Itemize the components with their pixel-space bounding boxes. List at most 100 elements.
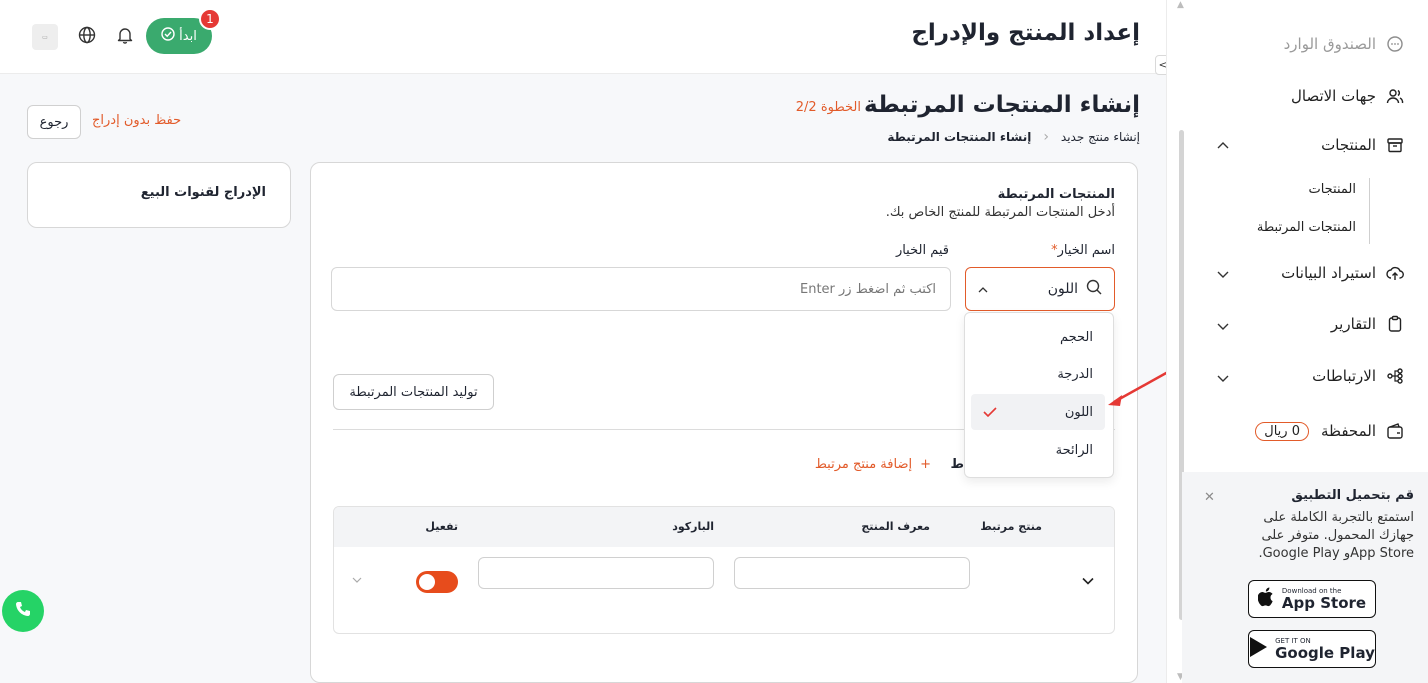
back-button[interactable]: رجوع — [27, 105, 81, 139]
option-name-select[interactable]: اللون — [965, 267, 1115, 311]
app-store-text: Download on the App Store — [1282, 587, 1366, 612]
sidebar-item-label: الارتباطات — [1312, 367, 1376, 385]
add-linked-product-link[interactable]: + إضافة منتج مرتبط — [815, 457, 931, 472]
dropdown-option-scent[interactable]: الرائحة — [971, 432, 1105, 468]
submenu-line — [1369, 178, 1370, 244]
download-app-desc: استمتع بالتجربة الكاملة على جهازك المحمو… — [1258, 510, 1414, 561]
whatsapp-button[interactable] — [2, 590, 44, 632]
option-name-label: اسم الخيار* — [1051, 243, 1115, 258]
apple-icon — [1257, 587, 1276, 611]
dropdown-option-shade[interactable]: الدرجة — [971, 356, 1105, 392]
section-description: أدخل المنتجات المرتبطة للمنتج الخاص بك. — [885, 205, 1115, 220]
chevron-down-icon[interactable] — [1082, 573, 1094, 589]
dropdown-option-label: الحجم — [1059, 329, 1093, 345]
search-icon — [1086, 279, 1102, 299]
sidebar-item-label: التقارير — [1330, 315, 1376, 333]
sidebar-item-label: المنتجات — [1321, 136, 1376, 154]
linked-products-table: منتج مرتبط معرف المنتج الباركود تفعيل — [333, 506, 1115, 634]
org-logo[interactable]: ▭ — [32, 24, 58, 50]
chevron-down-icon[interactable] — [1217, 268, 1229, 282]
option-name-dropdown: الحجم الدرجة اللون الرائحة — [964, 312, 1114, 478]
contacts-icon — [1384, 85, 1406, 107]
download-app-card: قم بتحميل التطبيق استمتع بالتجربة الكامل… — [1182, 472, 1428, 683]
step-indicator: الخطوة 2/2 — [795, 100, 861, 115]
partially-hidden-label: ط — [950, 457, 964, 472]
start-label: ابدأ — [179, 28, 197, 44]
sidebar-item-contacts[interactable]: جهات الاتصال — [1291, 85, 1406, 107]
selected-option-value: اللون — [1047, 281, 1078, 297]
option-values-placeholder: اكتب ثم اضغط زر Enter — [799, 281, 936, 297]
col-header-linked-product: منتج مرتبط — [980, 520, 1042, 533]
check-circle-icon — [161, 27, 175, 45]
sidebar-item-wallet[interactable]: المحفظة 0 ريال — [1255, 420, 1406, 442]
chevron-up-icon[interactable] — [1217, 138, 1229, 152]
wallet-icon — [1384, 420, 1406, 442]
table-header: منتج مرتبط معرف المنتج الباركود تفعيل — [334, 507, 1114, 547]
integrations-icon — [1384, 365, 1406, 387]
chevron-down-icon[interactable] — [1217, 372, 1229, 386]
generate-linked-products-button[interactable]: توليد المنتجات المرتبطة — [333, 374, 494, 410]
col-header-product-id: معرف المنتج — [861, 520, 930, 533]
save-without-listing-link[interactable]: حفظ بدون إدراج — [92, 113, 181, 128]
chevron-up-icon — [978, 282, 988, 296]
check-icon — [983, 403, 997, 421]
dropdown-option-label: اللون — [1064, 404, 1093, 420]
breadcrumb-item[interactable]: إنشاء منتج جديد — [1061, 130, 1140, 144]
sidebar-item-products[interactable]: المنتجات — [1321, 134, 1406, 156]
google-play-big: Google Play — [1275, 643, 1375, 662]
table-row — [334, 547, 1114, 617]
barcode-input[interactable] — [478, 557, 714, 589]
breadcrumb-current: إنشاء المنتجات المرتبطة — [887, 130, 1032, 144]
option-name-label-text: اسم الخيار — [1057, 243, 1115, 258]
dropdown-option-size[interactable]: الحجم — [971, 319, 1105, 355]
sidebar-item-inbox[interactable]: الصندوق الوارد — [1284, 33, 1406, 55]
play-icon — [1249, 636, 1269, 662]
sidebar-subitem-products[interactable]: المنتجات — [1308, 182, 1356, 197]
download-app-title: قم بتحميل التطبيق — [1291, 488, 1414, 503]
activate-toggle[interactable] — [416, 571, 458, 593]
section-title: المنتجات المرتبطة — [997, 187, 1115, 202]
option-values-label: قيم الخيار — [895, 243, 949, 258]
sidebar-item-label: استيراد البيانات — [1281, 264, 1376, 282]
add-linked-product-label: إضافة منتج مرتبط — [814, 457, 913, 472]
scroll-up-icon[interactable]: ▲ — [1177, 0, 1184, 10]
page-title: إنشاء المنتجات المرتبطة — [864, 92, 1140, 118]
sidebar: ▲ ▼ الصندوق الوارد جهات الاتصال المنتجات… — [1166, 0, 1428, 683]
box-icon — [1384, 134, 1406, 156]
chat-bubble-icon — [1384, 33, 1406, 55]
globe-icon[interactable] — [76, 24, 98, 46]
sidebar-item-label: الصندوق الوارد — [1283, 35, 1376, 53]
header-title: إعداد المنتج والإدراج — [911, 20, 1140, 46]
google-play-text: GET IT ON Google Play — [1275, 637, 1375, 662]
option-values-input[interactable]: اكتب ثم اضغط زر Enter — [331, 267, 951, 311]
sidebar-item-label: جهات الاتصال — [1290, 87, 1376, 105]
notification-badge: 1 — [199, 8, 221, 30]
dropdown-option-label: الدرجة — [1057, 366, 1093, 382]
sales-channels-card: الإدراج لقنوات البيع — [27, 162, 291, 228]
close-icon[interactable]: ✕ — [1204, 490, 1215, 505]
clipboard-icon — [1384, 313, 1406, 335]
col-header-barcode: الباركود — [672, 520, 714, 533]
google-play-button[interactable]: GET IT ON Google Play — [1248, 630, 1376, 668]
chevron-down-icon[interactable] — [1217, 320, 1229, 334]
wallet-balance-badge: 0 ريال — [1255, 421, 1309, 441]
col-header-activate: تفعيل — [425, 520, 458, 533]
sidebar-item-import[interactable]: استيراد البيانات — [1281, 262, 1406, 284]
plus-icon: + — [920, 457, 931, 472]
sidebar-subitem-linked-products[interactable]: المنتجات المرتبطة — [1257, 220, 1356, 235]
cloud-upload-icon — [1384, 262, 1406, 284]
chevron-down-icon[interactable] — [352, 575, 362, 586]
sidebar-item-integrations[interactable]: الارتباطات — [1312, 365, 1406, 387]
bell-icon[interactable] — [114, 24, 136, 46]
sidebar-item-label: المحفظة — [1320, 422, 1376, 440]
app-store-button[interactable]: Download on the App Store — [1248, 580, 1376, 618]
sidebar-item-reports[interactable]: التقارير — [1331, 313, 1406, 335]
product-id-input[interactable] — [734, 557, 970, 589]
breadcrumb: إنشاء منتج جديد ‹ إنشاء المنتجات المرتبط… — [887, 129, 1140, 145]
dropdown-option-label: الرائحة — [1055, 442, 1093, 458]
dropdown-option-color[interactable]: اللون — [971, 394, 1105, 430]
app-store-big: App Store — [1281, 593, 1367, 612]
top-header: إعداد المنتج والإدراج ▭ ابدأ 1 — [0, 0, 1166, 74]
annotation-arrow-icon — [1100, 370, 1172, 414]
sales-channels-title: الإدراج لقنوات البيع — [140, 185, 266, 200]
